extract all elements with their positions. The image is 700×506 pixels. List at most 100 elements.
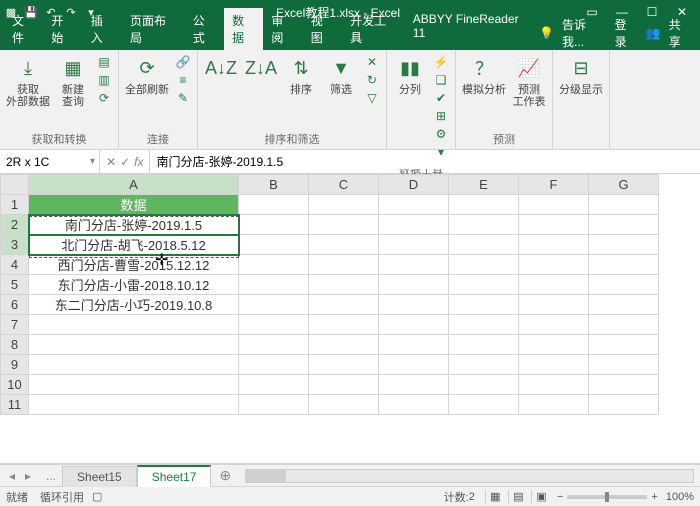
cell[interactable] [309, 195, 379, 215]
ribbon-mini-button[interactable]: ⚡ [433, 54, 449, 70]
cell[interactable] [589, 195, 659, 215]
cell[interactable] [449, 355, 519, 375]
ribbon-button[interactable]: ▮▮分列 [393, 54, 427, 96]
cell[interactable] [379, 255, 449, 275]
name-box-dropdown-icon[interactable]: ▾ [90, 156, 95, 167]
cell[interactable] [29, 315, 239, 335]
cell[interactable] [449, 195, 519, 215]
cell[interactable] [519, 395, 589, 415]
cell[interactable] [449, 295, 519, 315]
cell[interactable] [309, 355, 379, 375]
cell[interactable] [29, 355, 239, 375]
ribbon-mini-button[interactable]: ✔ [433, 90, 449, 106]
row-header[interactable]: 10 [1, 375, 29, 395]
ribbon-mini-button[interactable]: ⚙ [433, 126, 449, 142]
tab-开始[interactable]: 开始 [43, 8, 82, 50]
cell[interactable] [309, 375, 379, 395]
zoom-in-button[interactable]: + [651, 491, 657, 503]
row-header[interactable]: 7 [1, 315, 29, 335]
zoom-out-button[interactable]: − [557, 491, 563, 503]
ribbon-mini-button[interactable]: ✎ [175, 90, 191, 106]
sheet-tab[interactable]: Sheet17 [137, 465, 212, 487]
cancel-formula-icon[interactable]: ✕ [106, 155, 116, 169]
ribbon-mini-button[interactable]: ✕ [364, 54, 380, 70]
add-sheet-button[interactable]: ⊕ [211, 467, 239, 484]
tab-审阅[interactable]: 审阅 [263, 8, 302, 50]
ribbon-button[interactable]: ⇅排序 [284, 54, 318, 96]
cell[interactable] [449, 395, 519, 415]
ribbon-mini-button[interactable]: 🔗 [175, 54, 191, 70]
ribbon-button[interactable]: ▦新建查询 [56, 54, 90, 108]
cell[interactable] [239, 215, 309, 235]
cell[interactable] [449, 315, 519, 335]
cell[interactable] [519, 255, 589, 275]
ribbon-button[interactable]: ▼筛选 [324, 54, 358, 96]
cell[interactable] [519, 355, 589, 375]
cell[interactable]: 东门分店-小雷-2018.10.12 [29, 275, 239, 295]
tab-ABBYY FineReader 11[interactable]: ABBYY FineReader 11 [405, 8, 539, 50]
column-header[interactable]: E [449, 175, 519, 195]
cell[interactable] [449, 275, 519, 295]
cell[interactable] [589, 395, 659, 415]
cell[interactable] [589, 335, 659, 355]
cell[interactable] [309, 235, 379, 255]
cell[interactable] [589, 235, 659, 255]
row-header[interactable]: 5 [1, 275, 29, 295]
cell[interactable] [309, 275, 379, 295]
column-header[interactable]: G [589, 175, 659, 195]
row-header[interactable]: 1 [1, 195, 29, 215]
cell[interactable] [379, 195, 449, 215]
ribbon-mini-button[interactable]: ≡ [175, 72, 191, 88]
ribbon-button[interactable]: Z↓A [244, 54, 278, 82]
cell[interactable] [449, 235, 519, 255]
row-header[interactable]: 4 [1, 255, 29, 275]
ribbon-mini-button[interactable]: ▤ [96, 54, 112, 70]
tab-页面布局[interactable]: 页面布局 [122, 8, 185, 50]
cell[interactable] [519, 275, 589, 295]
cell[interactable] [589, 215, 659, 235]
ribbon-button[interactable]: ⊟分级显示 [559, 54, 603, 96]
cell[interactable] [379, 295, 449, 315]
cell[interactable] [449, 335, 519, 355]
cell[interactable] [589, 355, 659, 375]
cell[interactable] [309, 395, 379, 415]
cell[interactable] [589, 315, 659, 335]
cell[interactable] [29, 335, 239, 355]
ribbon-button[interactable]: ⤓获取外部数据 [6, 54, 50, 108]
status-record-icon[interactable]: ▢ [92, 490, 102, 503]
formula-input[interactable] [150, 155, 700, 169]
row-header[interactable]: 9 [1, 355, 29, 375]
tab-数据[interactable]: 数据 [224, 8, 263, 50]
cell[interactable] [519, 295, 589, 315]
sheet-tab[interactable]: Sheet15 [62, 466, 137, 487]
cell[interactable]: 东二门分店-小巧-2019.10.8 [29, 295, 239, 315]
zoom-percent[interactable]: 100% [666, 491, 694, 503]
ribbon-mini-button[interactable]: ↻ [364, 72, 380, 88]
cell[interactable] [239, 235, 309, 255]
cell[interactable] [519, 375, 589, 395]
tab-公式[interactable]: 公式 [185, 8, 224, 50]
cell[interactable]: 北门分店-胡飞-2018.5.12 [29, 235, 239, 255]
ribbon-mini-button[interactable]: ⊞ [433, 108, 449, 124]
row-header[interactable]: 8 [1, 335, 29, 355]
cell[interactable] [309, 335, 379, 355]
sheet-overflow[interactable]: ... [40, 469, 62, 483]
cell[interactable] [519, 215, 589, 235]
column-header[interactable]: F [519, 175, 589, 195]
cell[interactable] [379, 335, 449, 355]
cell[interactable] [379, 315, 449, 335]
column-header[interactable]: C [309, 175, 379, 195]
column-header[interactable]: B [239, 175, 309, 195]
row-header[interactable]: 6 [1, 295, 29, 315]
cell[interactable] [449, 255, 519, 275]
fx-icon[interactable]: fx [134, 155, 143, 169]
view-page-break-icon[interactable]: ▣ [531, 490, 551, 503]
cell[interactable] [309, 255, 379, 275]
ribbon-mini-button[interactable]: ▥ [96, 72, 112, 88]
cell[interactable] [309, 215, 379, 235]
ribbon-mini-button[interactable]: ❏ [433, 72, 449, 88]
tab-插入[interactable]: 插入 [83, 8, 122, 50]
cell[interactable] [519, 335, 589, 355]
column-header[interactable]: A [29, 175, 239, 195]
row-header[interactable]: 3 [1, 235, 29, 255]
